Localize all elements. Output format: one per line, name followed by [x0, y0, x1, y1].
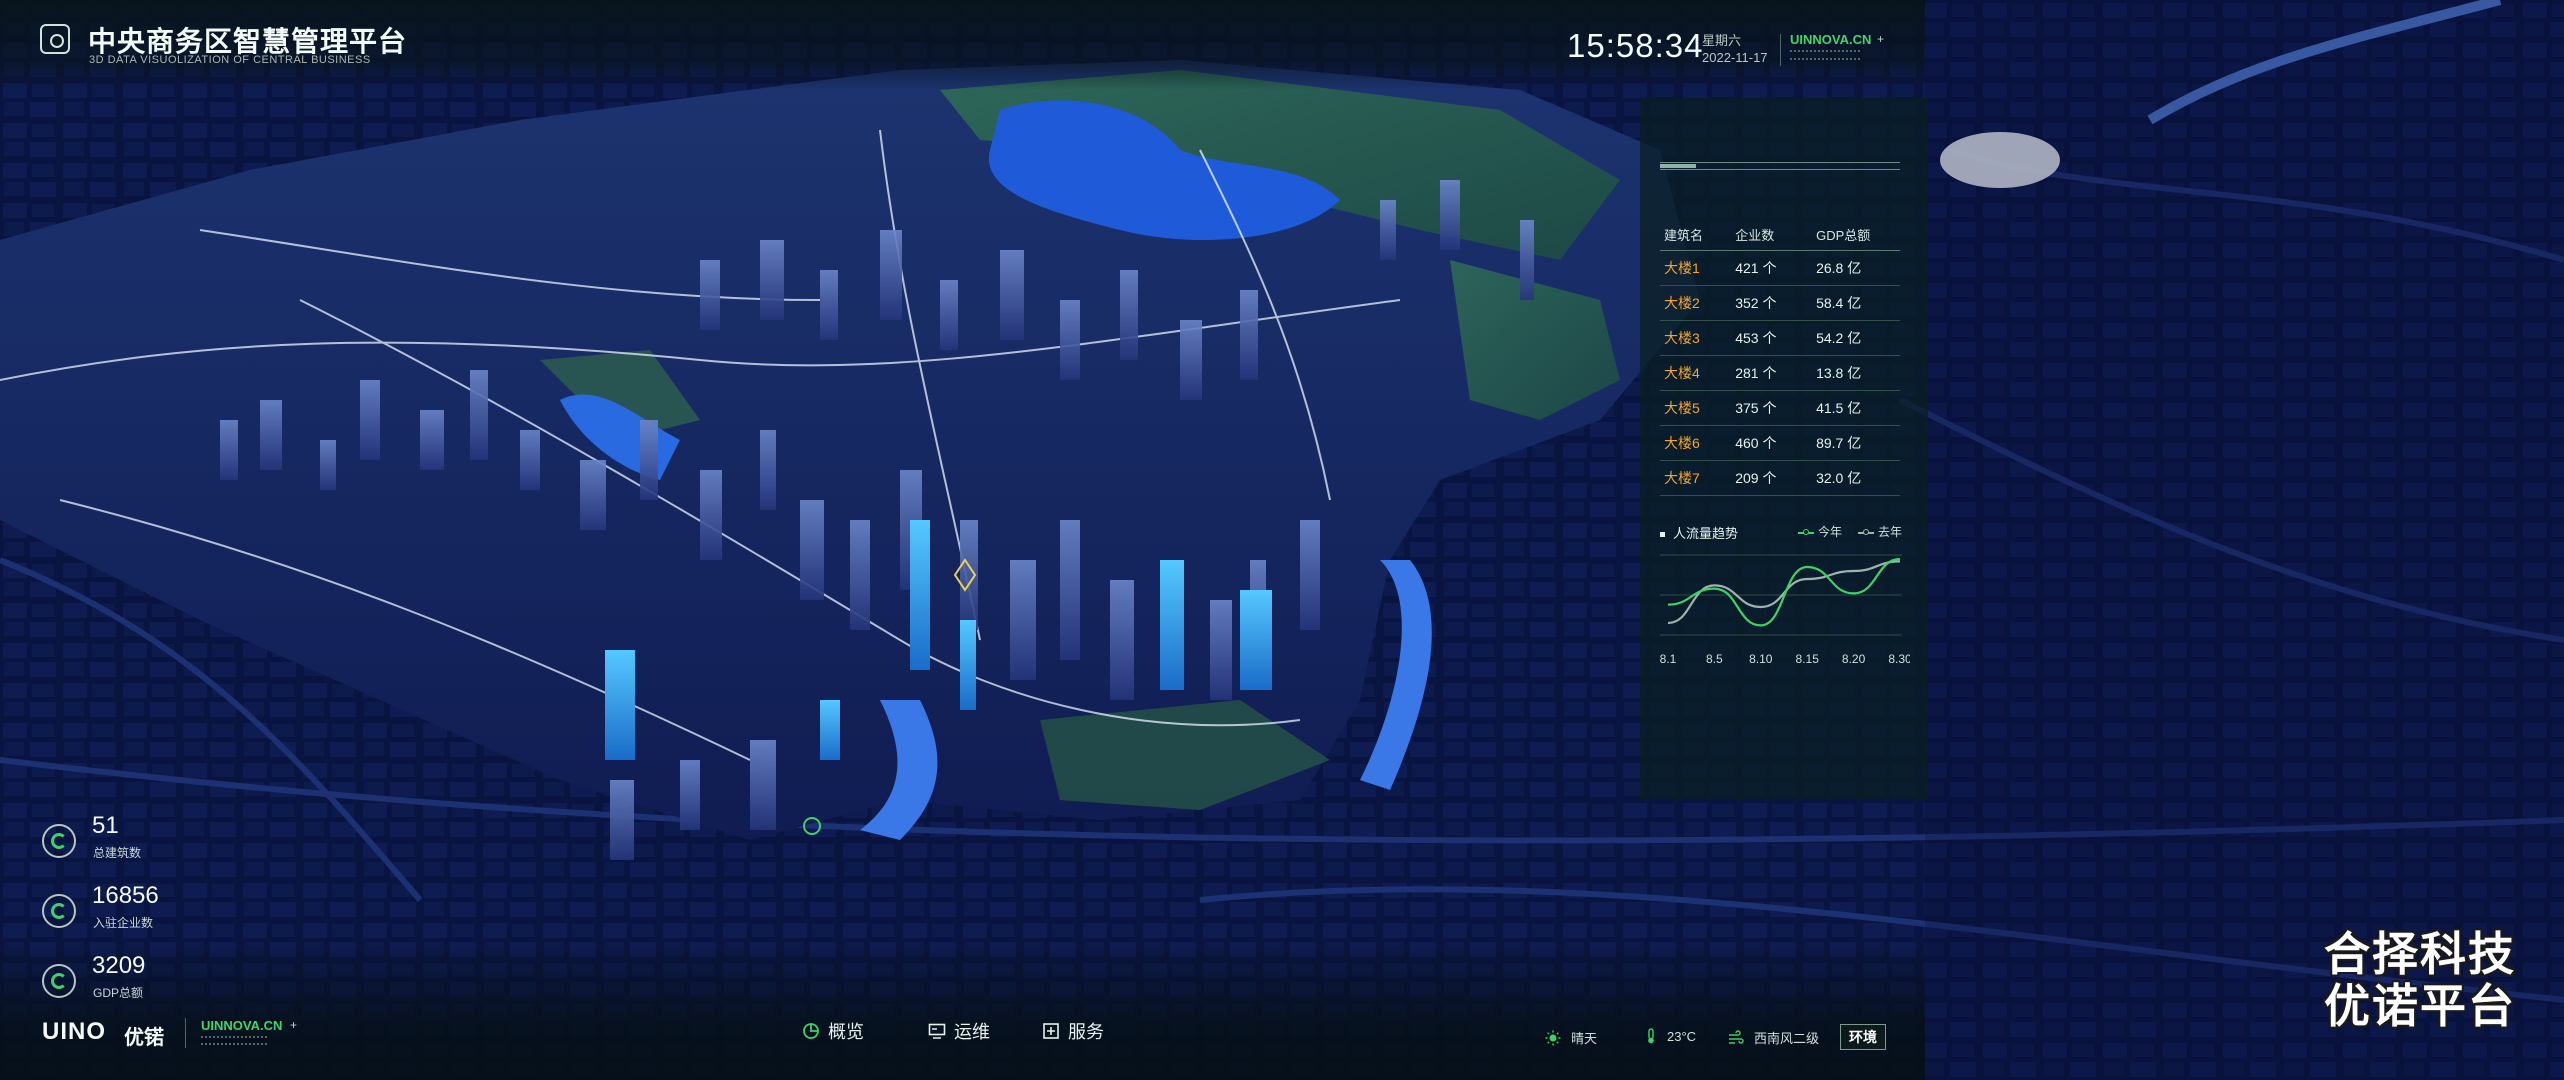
table-row[interactable]: 大楼6 460 个 89.7 亿 — [1660, 425, 1900, 461]
column-header-companies: 企业数 — [1734, 218, 1816, 251]
thermometer-icon — [1648, 1028, 1654, 1044]
weather-temperature: 23°C — [1645, 1028, 1696, 1044]
gdp-value: 26.8 亿 — [1815, 250, 1900, 286]
stat-label: 入驻企业数 — [93, 916, 154, 930]
building-name: 大楼3 — [1660, 320, 1735, 356]
x-tick-label: 8.20 — [1842, 652, 1866, 666]
app-logo-icon — [40, 24, 70, 54]
company-count: 281 个 — [1734, 355, 1816, 391]
header-brand: UINNOVA.CN — [1790, 32, 1872, 47]
x-tick-label: 8.15 — [1796, 652, 1820, 666]
stat-label: 总建筑数 — [93, 846, 142, 860]
monitor-icon — [928, 1023, 946, 1039]
company-count: 352 个 — [1734, 285, 1816, 321]
x-tick-label: 8.10 — [1749, 652, 1773, 666]
clock-weekday: 星期六 — [1702, 33, 1742, 48]
x-tick-label: 8.5 — [1706, 652, 1723, 666]
panel-scrollbar[interactable] — [1660, 162, 1900, 170]
environment-button[interactable]: 环境 — [1840, 1024, 1886, 1050]
stat-label: GDP总额 — [93, 986, 144, 1000]
company-count: 375 个 — [1734, 390, 1816, 426]
watermark: 合择科技 优诺平台 — [2324, 928, 2516, 1032]
building-name: 大楼7 — [1660, 460, 1735, 496]
line-marker-icon — [1858, 528, 1874, 535]
gdp-value: 89.7 亿 — [1815, 425, 1900, 461]
series-line-last-year — [1667, 560, 1901, 625]
x-tick-label: 8.1 — [1660, 652, 1677, 666]
table-row[interactable]: 大楼5 375 个 41.5 亿 — [1660, 390, 1900, 426]
sun-icon — [1545, 1030, 1561, 1045]
trend-chart: 8.1 8.5 8.10 8.15 8.20 8.30 — [1660, 554, 1910, 666]
wind-icon — [1729, 1029, 1744, 1044]
page-subtitle: 3D DATA VISUOLIZATION OF CENTRAL BUSINES… — [89, 54, 371, 66]
table-row[interactable]: 大楼2 352 个 58.4 亿 — [1660, 285, 1900, 321]
table-row[interactable]: 大楼3 453 个 54.2 亿 — [1660, 320, 1900, 356]
pie-chart-icon — [803, 1023, 819, 1039]
company-count: 453 个 — [1734, 320, 1816, 356]
stat-value: 16856 — [92, 882, 159, 909]
header-divider — [1780, 34, 1781, 66]
line-marker-icon — [1798, 528, 1814, 535]
data-panel: 建筑名 企业数 GDP总额 大楼1 421 个 26.8 亿 大楼2 352 个 58.… — [1640, 98, 1928, 800]
header-brand-tagline-mark — [1790, 50, 1860, 60]
plus-icon: + — [1877, 32, 1885, 46]
building-name: 大楼2 — [1660, 285, 1735, 321]
building-name: 大楼6 — [1660, 425, 1735, 461]
gauge-icon — [42, 964, 76, 998]
gdp-value: 32.0 亿 — [1815, 460, 1900, 496]
plus-icon: + — [290, 1018, 298, 1032]
company-count: 209 个 — [1734, 460, 1816, 496]
column-header-gdp: GDP总额 — [1815, 218, 1900, 251]
table-row[interactable]: 大楼1 421 个 26.8 亿 — [1660, 250, 1900, 286]
building-name: 大楼4 — [1660, 355, 1735, 391]
nav-services[interactable]: 服务 — [1042, 1017, 1104, 1045]
stat-value: 51 — [92, 812, 119, 839]
footer-logo-cn: 优锘 — [124, 1027, 164, 1049]
gdp-value: 54.2 亿 — [1815, 320, 1900, 356]
column-header-name: 建筑名 — [1660, 218, 1735, 251]
company-count: 460 个 — [1734, 425, 1816, 461]
footer-logo: UINO — [42, 1018, 106, 1045]
nav-overview[interactable]: 概览 — [802, 1017, 864, 1045]
building-name: 大楼5 — [1660, 390, 1735, 426]
gdp-value: 41.5 亿 — [1815, 390, 1900, 426]
gdp-value: 13.8 亿 — [1815, 355, 1900, 391]
table-row[interactable]: 大楼4 281 个 13.8 亿 — [1660, 355, 1900, 391]
table-header-row: 建筑名 企业数 GDP总额 — [1660, 218, 1900, 251]
clock-date: 2022-11-17 — [1702, 50, 1768, 65]
gauge-icon — [42, 894, 76, 928]
x-tick-label: 8.30 — [1888, 652, 1910, 666]
table-row[interactable]: 大楼7 209 个 32.0 亿 — [1660, 460, 1900, 496]
clock-time: 15:58:34 — [1567, 27, 1704, 64]
weather-condition: 晴天 — [1545, 1028, 1597, 1047]
city-map[interactable] — [0, 0, 2564, 1080]
stat-value: 3209 — [92, 952, 146, 979]
footer-brand: UINNOVA.CN — [201, 1018, 283, 1033]
weather-wind: 西南风二级 — [1728, 1028, 1819, 1047]
footer-divider — [185, 1018, 186, 1048]
building-name: 大楼1 — [1660, 250, 1735, 286]
gauge-icon — [42, 824, 76, 858]
building-table: 建筑名 企业数 GDP总额 大楼1 421 个 26.8 亿 大楼2 352 个 58.… — [1660, 218, 1900, 496]
footer-brand-tagline-mark — [201, 1036, 267, 1045]
nav-operations[interactable]: 运维 — [928, 1017, 990, 1045]
nav-label: 服务 — [1068, 1022, 1104, 1042]
company-count: 421 个 — [1734, 250, 1816, 286]
plus-square-icon — [1043, 1023, 1059, 1039]
nav-label: 运维 — [954, 1022, 990, 1042]
nav-label: 概览 — [828, 1022, 864, 1042]
gdp-value: 58.4 亿 — [1815, 285, 1900, 321]
